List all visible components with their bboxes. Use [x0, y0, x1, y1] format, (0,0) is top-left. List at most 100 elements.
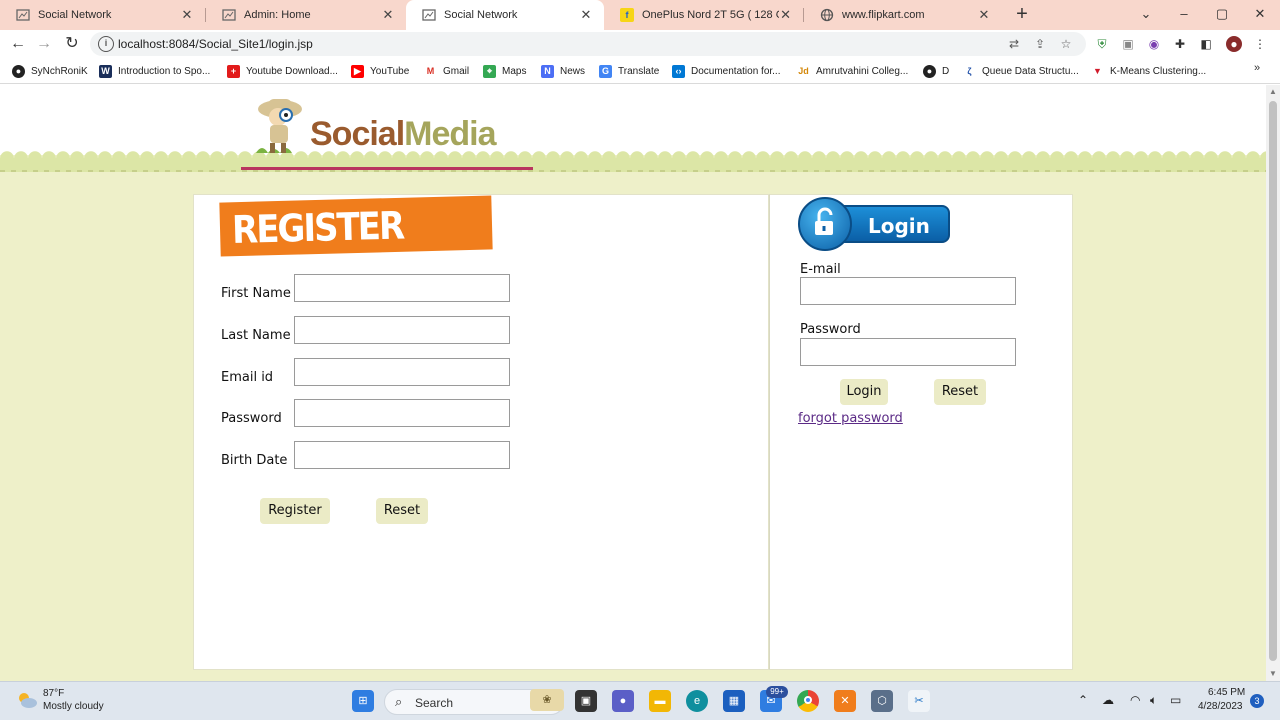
scroll-up-arrow-icon[interactable]: ▲ [1269, 87, 1277, 96]
login-email-input[interactable] [800, 277, 1016, 305]
register-now-banner: REGISTER NOW! [219, 195, 493, 298]
birth-date-input[interactable] [294, 441, 510, 469]
scrollbar-thumb[interactable] [1269, 101, 1277, 661]
bookmark-item[interactable]: N News [541, 63, 585, 79]
scroll-down-arrow-icon[interactable]: ▼ [1269, 669, 1277, 678]
password-input[interactable] [294, 399, 510, 427]
browser-tab[interactable]: www.flipkart.com ✕ [804, 0, 1002, 30]
puzzle-extensions-icon[interactable]: ✚ [1172, 36, 1188, 52]
bookmark-item[interactable]: G Translate [599, 63, 659, 79]
extension-icon[interactable]: ▣ [1120, 36, 1136, 52]
login-button[interactable]: Login [840, 379, 888, 405]
windows-taskbar: 87°F Mostly cloudy ⊞ ⌕ Search ❀ ▣ ● ▬ e … [0, 681, 1280, 720]
browser-tab[interactable]: Admin: Home ✕ [206, 0, 406, 30]
windows-start-icon[interactable]: ⊞ [352, 690, 374, 712]
edge-browser-icon[interactable]: e [686, 690, 708, 712]
show-hidden-icons-chevron-icon[interactable]: ⌃ [1078, 693, 1088, 707]
gmail-icon: M [424, 64, 437, 78]
microsoft-store-icon[interactable]: ▦ [723, 690, 745, 712]
forgot-password-link[interactable]: forgot password [798, 411, 903, 426]
tab-title: www.flipkart.com [842, 9, 925, 21]
bookmark-item[interactable]: + Youtube Download... [227, 63, 338, 79]
side-panel-icon[interactable]: ◧ [1198, 36, 1214, 52]
reload-icon[interactable]: ↻ [60, 32, 84, 56]
battery-icon[interactable]: ▭ [1170, 693, 1181, 707]
wifi-icon[interactable]: ◠ [1130, 693, 1140, 707]
maximize-icon[interactable]: ▢ [1203, 0, 1241, 30]
browser-tab[interactable]: Social Network ✕ [0, 0, 205, 30]
clock-time[interactable]: 6:45 PM [1208, 687, 1245, 698]
bookmark-item[interactable]: ● D [923, 63, 949, 79]
bookmark-item[interactable]: Jd Amrutvahini Colleg... [797, 63, 908, 79]
site-favicon-icon [222, 8, 236, 22]
close-tab-icon[interactable]: ✕ [779, 7, 792, 23]
shield-extension-icon[interactable]: ⛨ [1094, 36, 1110, 52]
page-scrollbar[interactable]: ▲ ▼ [1266, 85, 1280, 681]
bookmark-item[interactable]: ζ Queue Data Structu... [963, 63, 1079, 79]
vscode-icon: ‹› [672, 64, 685, 78]
bookmark-label: YouTube [370, 65, 410, 77]
browser-tab-active[interactable]: Social Network ✕ [406, 0, 604, 30]
volume-icon[interactable]: 🔈︎ [1150, 693, 1157, 708]
weather-description[interactable]: Mostly cloudy [43, 701, 104, 712]
register-reset-button[interactable]: Reset [376, 498, 428, 524]
close-tab-icon[interactable]: ✕ [976, 7, 992, 23]
clock-date[interactable]: 4/28/2023 [1198, 701, 1243, 712]
login-reset-button[interactable]: Reset [934, 379, 986, 405]
profile-avatar-icon[interactable]: ● [1226, 36, 1242, 52]
bookmark-item[interactable]: ▶ YouTube [351, 63, 409, 79]
snipping-tool-icon[interactable]: ✂ [908, 690, 930, 712]
file-explorer-icon[interactable]: ▬ [649, 690, 671, 712]
flipkart-favicon-icon: f [620, 8, 634, 22]
xampp-icon[interactable]: ✕ [834, 690, 856, 712]
virtualbox-icon[interactable]: ⬡ [871, 690, 893, 712]
weather-temperature[interactable]: 87°F [43, 688, 64, 699]
browser-tab[interactable]: f OnePlus Nord 2T 5G ( 128 GB Sto ✕ [604, 0, 802, 30]
bookmark-item[interactable]: ⌖ Maps [483, 63, 526, 79]
bookmark-label: Amrutvahini Colleg... [816, 65, 909, 77]
share-icon[interactable]: ⇪ [1032, 36, 1048, 52]
bookmark-item[interactable]: ‹› Documentation for... [672, 63, 781, 79]
tab-search-chevron-icon[interactable]: ⌄ [1127, 0, 1165, 30]
browser-menu-icon[interactable]: ⋮ [1252, 36, 1268, 52]
first-name-input[interactable] [294, 274, 510, 302]
onedrive-cloud-icon[interactable]: ☁ [1102, 693, 1114, 707]
login-password-input[interactable] [800, 338, 1016, 366]
close-tab-icon[interactable]: ✕ [179, 7, 195, 23]
bookmark-item[interactable]: ● SyNchRoniK [12, 63, 88, 79]
notification-count-badge[interactable]: 3 [1250, 694, 1264, 708]
close-tab-icon[interactable]: ✕ [578, 7, 594, 23]
site-info-icon[interactable]: i [98, 36, 114, 52]
bookmarks-overflow-icon[interactable]: » [1254, 62, 1260, 74]
email-input[interactable] [294, 358, 510, 386]
bookmark-star-icon[interactable]: ☆ [1058, 36, 1074, 52]
teams-chat-icon[interactable]: ● [612, 690, 634, 712]
login-badge-text: Login [868, 214, 930, 238]
color-extension-icon[interactable]: ◉ [1146, 36, 1162, 52]
translate-icon[interactable]: ⇄ [1006, 36, 1022, 52]
login-panel: Login E-mail Password Login Reset forgot… [769, 194, 1073, 670]
header-stitch [0, 170, 1266, 172]
bookmark-item[interactable]: W Introduction to Spo... [99, 63, 210, 79]
logo-text-social: Social [310, 115, 405, 153]
bookmark-item[interactable]: ▼ K-Means Clustering... [1091, 63, 1206, 79]
youtube-icon: ▶ [351, 64, 364, 78]
bookmark-item[interactable]: M Gmail [424, 63, 469, 79]
close-tab-icon[interactable]: ✕ [380, 7, 396, 23]
address-bar[interactable]: i localhost:8084/Social_Site1/login.jsp … [90, 32, 1086, 56]
task-view-icon[interactable]: ▣ [575, 690, 597, 712]
minimize-icon[interactable]: – [1165, 0, 1203, 30]
tab-title: Admin: Home [244, 9, 311, 21]
weather-cloud-icon[interactable] [16, 691, 38, 709]
bookmarks-bar: ● SyNchRoniK W Introduction to Spo... + You… [0, 58, 1280, 84]
forward-arrow-icon[interactable]: → [32, 32, 56, 56]
close-window-icon[interactable]: ✕ [1241, 0, 1279, 30]
site-logo[interactable]: SocialMedia [248, 93, 548, 163]
search-highlight-icon[interactable]: ❀ [530, 689, 564, 711]
register-button[interactable]: Register [260, 498, 330, 524]
bookmark-label: Documentation for... [691, 65, 781, 77]
last-name-input[interactable] [294, 316, 510, 344]
new-tab-icon[interactable]: + [1010, 3, 1034, 27]
chrome-icon[interactable] [797, 690, 819, 712]
back-arrow-icon[interactable]: ← [6, 32, 30, 56]
